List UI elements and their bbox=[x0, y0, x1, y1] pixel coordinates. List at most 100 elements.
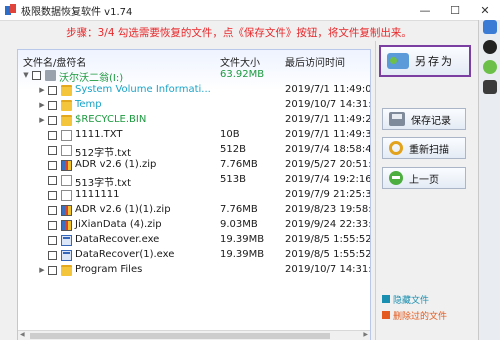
legend-hidden-files: 隐藏文件 bbox=[382, 293, 472, 306]
row-spacer bbox=[38, 128, 46, 143]
file-row[interactable]: 1111111 2019/7/9 21:25:32 bbox=[18, 188, 370, 203]
previous-page-button[interactable]: 上一页 bbox=[382, 167, 466, 189]
row-checkbox[interactable] bbox=[48, 131, 57, 140]
column-header-name[interactable]: 文件名/盘符名 bbox=[23, 54, 86, 69]
app-logo-icon bbox=[5, 4, 17, 16]
text-file-icon bbox=[61, 190, 72, 201]
file-name: Temp bbox=[75, 99, 102, 110]
file-size: 63.92MB bbox=[220, 69, 265, 80]
file-row[interactable]: ▶ $RECYCLE.BIN 2019/7/1 11:49:20 bbox=[18, 113, 370, 128]
zip-file-icon bbox=[61, 220, 72, 231]
save-record-button[interactable]: 保存记录 bbox=[382, 108, 466, 130]
row-checkbox[interactable] bbox=[48, 86, 57, 95]
main-window: 步骤：3/4 勾选需要恢复的文件，点《保存文件》按钮，将文件复制出来。 文件名/… bbox=[0, 20, 478, 340]
maximize-button[interactable]: ☐ bbox=[440, 0, 470, 20]
column-header-time[interactable]: 最后访问时间 bbox=[285, 54, 345, 69]
window-title: 极限数据恢复软件 v1.74 bbox=[21, 6, 133, 18]
file-name: ADR v2.6 (1).zip bbox=[75, 159, 157, 170]
row-checkbox[interactable] bbox=[48, 101, 57, 110]
file-size: 10B bbox=[220, 129, 240, 140]
file-row[interactable]: DataRecover(1).exe 19.39MB 2019/8/5 1:55:5… bbox=[18, 248, 370, 263]
file-name: 沃尔沃二翁(I:) bbox=[59, 73, 124, 84]
file-row[interactable]: ▼ 沃尔沃二翁(I:) 63.92MB bbox=[18, 68, 370, 84]
column-header-size[interactable]: 文件大小 bbox=[220, 54, 260, 69]
row-spacer bbox=[38, 203, 46, 218]
horizontal-scrollbar[interactable]: ◀ ▶ bbox=[18, 330, 370, 340]
file-modified-time: 2019/9/24 22:33:1 bbox=[285, 219, 371, 230]
expand-arrow-icon[interactable]: ▼ bbox=[22, 68, 30, 83]
file-modified-time: 2019/7/4 18:58:4 bbox=[285, 144, 371, 155]
file-row[interactable]: ▶ System Volume Informati... 2019/7/1 11:4… bbox=[18, 83, 370, 98]
file-size: 19.39MB bbox=[220, 234, 265, 245]
file-modified-time: 2019/7/1 11:49:20 bbox=[285, 114, 371, 125]
folder-icon bbox=[61, 100, 72, 111]
scroll-right-icon[interactable]: ▶ bbox=[363, 331, 368, 338]
row-checkbox[interactable] bbox=[48, 236, 57, 245]
folder-icon bbox=[61, 85, 72, 96]
exe-file-icon bbox=[61, 235, 72, 246]
row-checkbox[interactable] bbox=[48, 266, 57, 275]
row-checkbox[interactable] bbox=[48, 176, 57, 185]
file-row[interactable]: 513字节.txt 513B 2019/7/4 19:2:16 bbox=[18, 173, 371, 189]
row-checkbox[interactable] bbox=[48, 191, 57, 200]
file-row[interactable]: ▶ Temp 2019/10/7 14:31:4 bbox=[18, 98, 370, 113]
text-file-icon bbox=[61, 175, 72, 186]
row-checkbox[interactable] bbox=[48, 116, 57, 125]
row-checkbox[interactable] bbox=[48, 206, 57, 215]
file-modified-time: 2019/7/9 21:25:32 bbox=[285, 189, 371, 200]
row-checkbox[interactable] bbox=[48, 161, 57, 170]
legend-deleted-files: 删除过的文件 bbox=[382, 309, 472, 322]
scroll-left-icon[interactable]: ◀ bbox=[20, 331, 25, 338]
file-name: 1111.TXT bbox=[75, 129, 123, 140]
row-checkbox[interactable] bbox=[48, 146, 57, 155]
legend-deleted-label: 删除过的文件 bbox=[393, 311, 448, 322]
desktop-icon-strip bbox=[478, 20, 500, 340]
file-row[interactable]: ADR v2.6 (1)(1).zip 7.76MB 2019/8/23 19:58… bbox=[18, 203, 370, 218]
file-name: JiXianData (4).zip bbox=[75, 219, 162, 230]
expand-arrow-icon[interactable]: ▶ bbox=[38, 263, 46, 278]
file-rows: ▼ 沃尔沃二翁(I:) 63.92MB ▶ System Volume Informat… bbox=[18, 68, 370, 278]
file-modified-time: 2019/8/5 1:55:52 bbox=[285, 234, 371, 245]
desktop-app-icon[interactable] bbox=[483, 60, 497, 74]
file-list[interactable]: 文件名/盘符名 文件大小 最后访问时间 ▼ 沃尔沃二翁(I:) 63.92MB ▶ Sy… bbox=[17, 49, 371, 340]
file-row[interactable]: ADR v2.6 (1).zip 7.76MB 2019/5/27 20:51:4 bbox=[18, 158, 370, 173]
row-checkbox[interactable] bbox=[48, 221, 57, 230]
rescan-button[interactable]: 重新扫描 bbox=[382, 137, 466, 159]
desktop-app-icon[interactable] bbox=[483, 20, 497, 34]
previous-page-label: 上一页 bbox=[409, 174, 439, 186]
file-row[interactable]: 512字节.txt 512B 2019/7/4 18:58:4 bbox=[18, 143, 371, 159]
file-row[interactable]: DataRecover.exe 19.39MB 2019/8/5 1:55:52 bbox=[18, 233, 370, 248]
file-name: 512字节.txt bbox=[75, 148, 132, 159]
row-checkbox[interactable] bbox=[32, 71, 41, 80]
rescan-label: 重新扫描 bbox=[409, 144, 449, 156]
row-spacer bbox=[38, 143, 46, 158]
folder-icon bbox=[61, 265, 72, 276]
file-row[interactable]: 1111.TXT 10B 2019/7/1 11:49:32 bbox=[18, 128, 370, 143]
row-spacer bbox=[38, 173, 46, 188]
desktop-app-icon[interactable] bbox=[483, 80, 497, 94]
row-spacer bbox=[38, 248, 46, 263]
save-as-button[interactable]: 另存为 bbox=[379, 45, 471, 77]
expand-arrow-icon[interactable]: ▶ bbox=[38, 83, 46, 98]
text-file-icon bbox=[61, 130, 72, 141]
scroll-thumb[interactable] bbox=[30, 333, 330, 339]
file-row[interactable]: ▶ Program Files 2019/10/7 14:31:1 bbox=[18, 263, 370, 278]
minimize-button[interactable]: — bbox=[410, 0, 440, 20]
file-modified-time: 2019/7/4 19:2:16 bbox=[285, 174, 371, 185]
file-name: 1111111 bbox=[75, 189, 120, 200]
save-as-icon bbox=[387, 53, 409, 69]
row-checkbox[interactable] bbox=[48, 251, 57, 260]
file-modified-time: 2019/10/7 14:31:1 bbox=[285, 264, 371, 275]
file-size: 513B bbox=[220, 174, 246, 185]
file-modified-time: 2019/10/7 14:31:4 bbox=[285, 99, 371, 110]
zip-file-icon bbox=[61, 160, 72, 171]
file-size: 19.39MB bbox=[220, 249, 265, 260]
file-modified-time: 2019/7/1 11:49:32 bbox=[285, 129, 371, 140]
expand-arrow-icon[interactable]: ▶ bbox=[38, 98, 46, 113]
file-modified-time: 2019/8/23 19:58:1 bbox=[285, 204, 371, 215]
file-row[interactable]: JiXianData (4).zip 9.03MB 2019/9/24 22:33:… bbox=[18, 218, 370, 233]
expand-arrow-icon[interactable]: ▶ bbox=[38, 113, 46, 128]
exe-file-icon bbox=[61, 250, 72, 261]
qq-penguin-icon[interactable] bbox=[483, 40, 497, 54]
close-button[interactable]: ✕ bbox=[470, 0, 500, 20]
